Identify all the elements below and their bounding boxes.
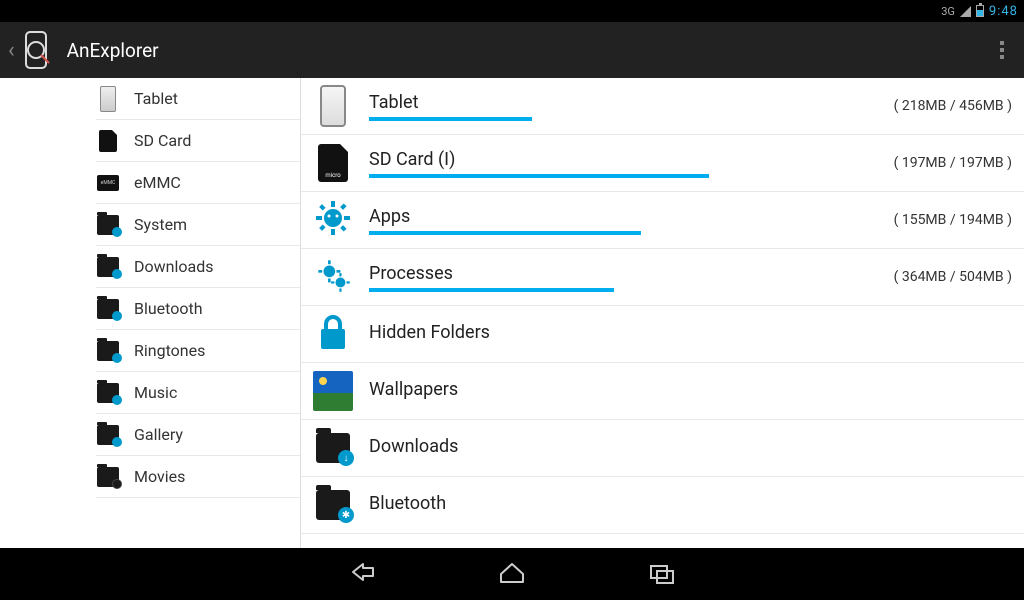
row-label: SD Card (I) bbox=[369, 149, 884, 170]
sidebar-item-tablet[interactable]: Tablet bbox=[96, 78, 300, 120]
sidebar-item-gallery[interactable]: Gallery bbox=[96, 414, 300, 456]
status-bar: 3G 9:48 bbox=[0, 0, 1024, 22]
back-caret-icon[interactable]: ‹ bbox=[8, 38, 15, 63]
sidebar-item-label: Downloads bbox=[134, 257, 213, 276]
storage-row-tablet[interactable]: Tablet( 218MB / 456MB ) bbox=[301, 78, 1024, 135]
app-title: AnExplorer bbox=[67, 39, 988, 62]
emmc-icon: eMMC bbox=[96, 169, 120, 197]
nav-back-button[interactable] bbox=[347, 558, 377, 590]
sdcard-icon: micro bbox=[311, 141, 355, 185]
network-label: 3G bbox=[941, 5, 955, 18]
usage-text: ( 218MB / 456MB ) bbox=[884, 98, 1012, 114]
storage-row-processes[interactable]: Processes( 364MB / 504MB ) bbox=[301, 249, 1024, 306]
sidebar-item-label: eMMC bbox=[134, 173, 181, 192]
row-label: Bluetooth bbox=[369, 493, 1012, 514]
wallpaper-icon bbox=[311, 369, 355, 413]
folder-note-icon bbox=[96, 379, 120, 407]
proc-gears-icon bbox=[311, 255, 355, 299]
row-label: Hidden Folders bbox=[369, 322, 1012, 343]
clock: 9:48 bbox=[989, 4, 1018, 19]
row-label: Wallpapers bbox=[369, 379, 1012, 400]
usage-bar bbox=[369, 231, 641, 235]
sidebar-item-label: Movies bbox=[134, 467, 185, 486]
sidebar-item-bluetooth[interactable]: Bluetooth bbox=[96, 288, 300, 330]
folder-bt-icon bbox=[96, 295, 120, 323]
folder-bt-icon: ✱ bbox=[311, 483, 355, 527]
usage-text: ( 155MB / 194MB ) bbox=[884, 212, 1012, 228]
storage-row-bluetooth[interactable]: ✱ Bluetooth bbox=[301, 477, 1024, 534]
sidebar-item-label: Ringtones bbox=[134, 341, 205, 360]
folder-gear-icon bbox=[96, 211, 120, 239]
row-label: Apps bbox=[369, 206, 884, 227]
signal-icon bbox=[960, 6, 971, 17]
tablet-icon bbox=[311, 84, 355, 128]
sidebar-item-downloads[interactable]: Downloads bbox=[96, 246, 300, 288]
sidebar-item-label: Music bbox=[134, 383, 177, 402]
sidebar-item-movies[interactable]: Movies bbox=[96, 456, 300, 498]
usage-bar bbox=[369, 174, 709, 178]
sidebar-item-music[interactable]: Music bbox=[96, 372, 300, 414]
content-area: Tablet SD Card eMMC eMMC System Downloads Blue… bbox=[0, 78, 1024, 548]
usage-text: ( 364MB / 504MB ) bbox=[884, 269, 1012, 285]
storage-row-sd-card-i-[interactable]: micro SD Card (I)( 197MB / 197MB ) bbox=[301, 135, 1024, 192]
storage-row-hidden-folders[interactable]: Hidden Folders bbox=[301, 306, 1024, 363]
sidebar-item-ringtones[interactable]: Ringtones bbox=[96, 330, 300, 372]
storage-row-downloads[interactable]: ↓ Downloads bbox=[301, 420, 1024, 477]
storage-row-apps[interactable]: Apps( 155MB / 194MB ) bbox=[301, 192, 1024, 249]
tablet-icon bbox=[96, 85, 120, 113]
sidebar-item-label: Gallery bbox=[134, 425, 183, 444]
sidebar-item-label: System bbox=[134, 215, 187, 234]
app-logo-icon[interactable] bbox=[19, 30, 53, 70]
apps-gear-icon bbox=[311, 198, 355, 242]
usage-bar bbox=[369, 288, 614, 292]
row-label: Processes bbox=[369, 263, 884, 284]
sidebar[interactable]: Tablet SD Card eMMC eMMC System Downloads Blue… bbox=[0, 78, 300, 548]
battery-icon bbox=[976, 5, 984, 17]
sidebar-item-label: Tablet bbox=[134, 89, 178, 108]
nav-recent-button[interactable] bbox=[647, 558, 677, 590]
folder-pic-icon bbox=[96, 421, 120, 449]
sidebar-item-emmc[interactable]: eMMC eMMC bbox=[96, 162, 300, 204]
lock-icon bbox=[311, 312, 355, 356]
storage-row-wallpapers[interactable]: Wallpapers bbox=[301, 363, 1024, 420]
sidebar-item-sd-card[interactable]: SD Card bbox=[96, 120, 300, 162]
row-label: Tablet bbox=[369, 92, 884, 113]
folder-note-icon bbox=[96, 337, 120, 365]
row-label: Downloads bbox=[369, 436, 1012, 457]
nav-home-button[interactable] bbox=[497, 558, 527, 590]
action-bar: ‹ AnExplorer bbox=[0, 22, 1024, 78]
folder-down-icon bbox=[96, 253, 120, 281]
overflow-menu-icon[interactable] bbox=[988, 33, 1016, 67]
system-nav-bar bbox=[0, 548, 1024, 600]
sdcard-icon bbox=[96, 127, 120, 155]
usage-bar bbox=[369, 117, 532, 121]
sidebar-item-label: SD Card bbox=[134, 131, 191, 150]
sidebar-item-system[interactable]: System bbox=[96, 204, 300, 246]
sidebar-item-label: Bluetooth bbox=[134, 299, 203, 318]
usage-text: ( 197MB / 197MB ) bbox=[884, 155, 1012, 171]
folder-mov-icon bbox=[96, 463, 120, 491]
main-list[interactable]: Tablet( 218MB / 456MB )microSD Card (I)(… bbox=[300, 78, 1024, 548]
folder-down-icon: ↓ bbox=[311, 426, 355, 470]
